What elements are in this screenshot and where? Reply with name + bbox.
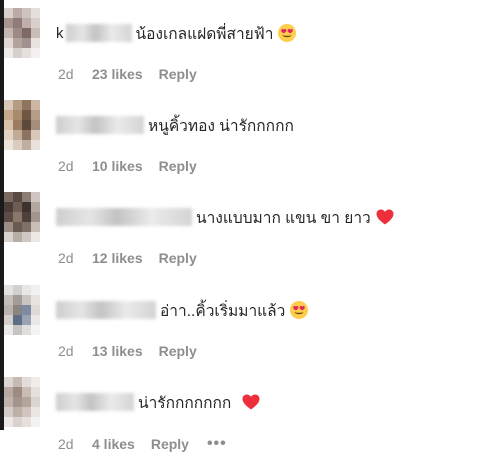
comment-line: หนูคิ้วทอง น่ารักกกกก <box>56 112 294 138</box>
comment-timestamp: 2d <box>58 250 74 266</box>
reply-button[interactable]: Reply <box>159 66 197 82</box>
avatar[interactable] <box>4 100 40 150</box>
username-blurred[interactable] <box>56 116 144 134</box>
comment-text: อ่าา..คิ้วเริ่มมาแล้ว <box>160 302 286 320</box>
comment-item: นางแบบมาก แขน ขา ยาว 2d 12 likes Reply <box>0 192 491 284</box>
avatar[interactable] <box>4 8 40 58</box>
avatar[interactable] <box>4 285 40 335</box>
comment-item: k น้องเกลแฝดพี่สายฟ้า 2d 23 likes Reply <box>0 8 491 100</box>
avatar[interactable] <box>4 192 40 242</box>
red-heart-emoji-icon <box>376 209 394 225</box>
likes-count[interactable]: 10 likes <box>92 158 143 174</box>
more-options-icon[interactable]: ••• <box>207 435 227 453</box>
comment-line: นางแบบมาก แขน ขา ยาว <box>56 204 395 230</box>
comment-line: น่ารักกกกกกก <box>56 389 261 415</box>
username-blurred[interactable] <box>56 393 134 411</box>
likes-count[interactable]: 23 likes <box>92 66 143 82</box>
heart-eyes-emoji-icon <box>290 301 309 319</box>
comment-text: น่ารักกกกกกก <box>138 394 232 412</box>
username-blurred[interactable]: k <box>56 25 64 42</box>
reply-button[interactable]: Reply <box>159 250 197 266</box>
comment-meta: 2d 10 likes Reply <box>58 158 197 174</box>
comment-text: นางแบบมาก แขน ขา ยาว <box>196 209 371 227</box>
reply-button[interactable]: Reply <box>159 158 197 174</box>
comment-meta: 2d 23 likes Reply <box>58 66 197 82</box>
reply-button[interactable]: Reply <box>151 436 189 452</box>
comment-text: หนูคิ้วทอง น่ารักกกกก <box>148 117 294 135</box>
red-heart-emoji-icon <box>242 394 260 410</box>
likes-count[interactable]: 12 likes <box>92 250 143 266</box>
heart-eyes-emoji-icon <box>278 24 297 42</box>
username-blurred[interactable] <box>56 301 156 319</box>
comment-timestamp: 2d <box>58 158 74 174</box>
comment-text: น้องเกลแฝดพี่สายฟ้า <box>135 25 274 43</box>
reply-button[interactable]: Reply <box>159 343 197 359</box>
username-blurred[interactable] <box>65 24 132 42</box>
username-blurred[interactable] <box>56 208 192 226</box>
comment-item: หนูคิ้วทอง น่ารักกกกก 2d 10 likes Reply <box>0 100 491 192</box>
likes-count[interactable]: 13 likes <box>92 343 143 359</box>
comment-line: อ่าา..คิ้วเริ่มมาแล้ว <box>56 297 309 323</box>
comment-meta: 2d 12 likes Reply <box>58 250 197 266</box>
avatar[interactable] <box>4 377 40 427</box>
comment-item: อ่าา..คิ้วเริ่มมาแล้ว 2d 13 likes Reply <box>0 285 491 377</box>
comment-meta: 2d 4 likes Reply ••• <box>58 435 227 453</box>
comment-line: k น้องเกลแฝดพี่สายฟ้า <box>56 20 297 46</box>
comment-timestamp: 2d <box>58 66 74 82</box>
likes-count[interactable]: 4 likes <box>92 436 135 452</box>
comment-meta: 2d 13 likes Reply <box>58 343 197 359</box>
comment-timestamp: 2d <box>58 436 74 452</box>
comment-timestamp: 2d <box>58 343 74 359</box>
comment-item: น่ารักกกกกกก 2d 4 likes Reply ••• <box>0 377 491 469</box>
